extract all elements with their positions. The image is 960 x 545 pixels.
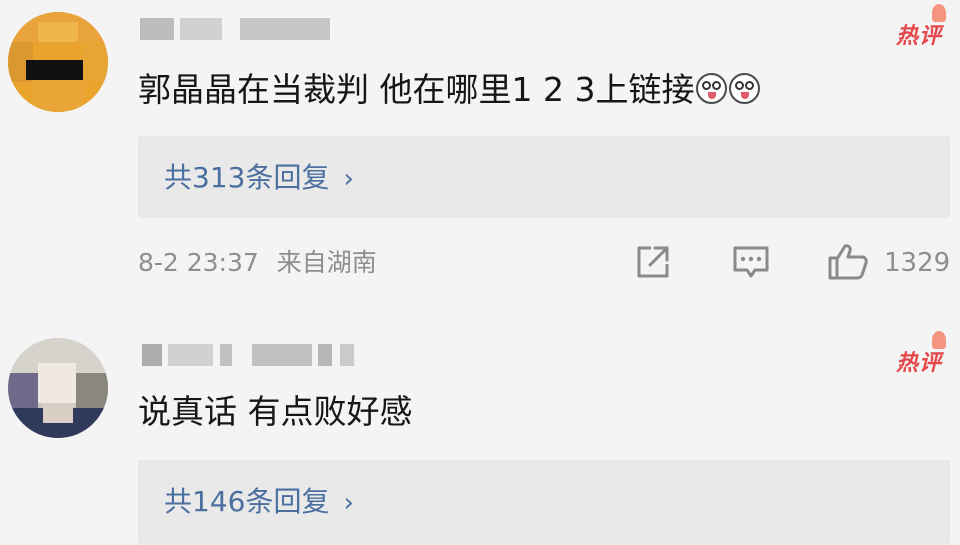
like-count: 1329	[884, 248, 951, 278]
hot-comment-badge: 热评	[895, 23, 942, 49]
chevron-right-icon: ›	[343, 164, 354, 194]
comment-bubble-icon	[733, 246, 769, 278]
replies-panel[interactable]: 共146条回复 ›	[138, 460, 950, 545]
hot-comment-badge: 热评	[895, 350, 942, 376]
comment-text: 郭晶晶在当裁判 他在哪里1 2 3上链接	[138, 70, 761, 110]
share-button[interactable]	[633, 242, 673, 282]
share-external-icon	[637, 246, 669, 278]
comment-item: 热评 郭晶晶在当裁判 他在哪里1 2 3上链接 共313条回复 › 8-2 23:…	[0, 0, 960, 300]
location: 来自湖南	[276, 248, 377, 277]
view-replies-link[interactable]: 共146条回复 ›	[164, 486, 354, 519]
laughing-tongue-emoji-icon	[696, 73, 728, 104]
thumbs-up-icon	[828, 244, 868, 280]
laughing-tongue-emoji-icon	[729, 73, 761, 104]
avatar[interactable]	[8, 12, 108, 112]
comment-item: 热评 说真话 有点败好感 共146条回复 ›	[0, 318, 960, 545]
avatar[interactable]	[8, 338, 108, 438]
chevron-right-icon: ›	[343, 488, 354, 518]
comment-meta: 8-2 23:37 来自湖南	[138, 248, 377, 278]
comment-button[interactable]	[730, 242, 772, 282]
view-replies-link[interactable]: 共313条回复 ›	[164, 162, 354, 195]
comment-text: 说真话 有点败好感	[138, 392, 413, 431]
like-button[interactable]: 1329	[826, 242, 956, 282]
replies-panel[interactable]: 共313条回复 ›	[138, 136, 950, 218]
timestamp: 8-2 23:37	[138, 248, 259, 277]
